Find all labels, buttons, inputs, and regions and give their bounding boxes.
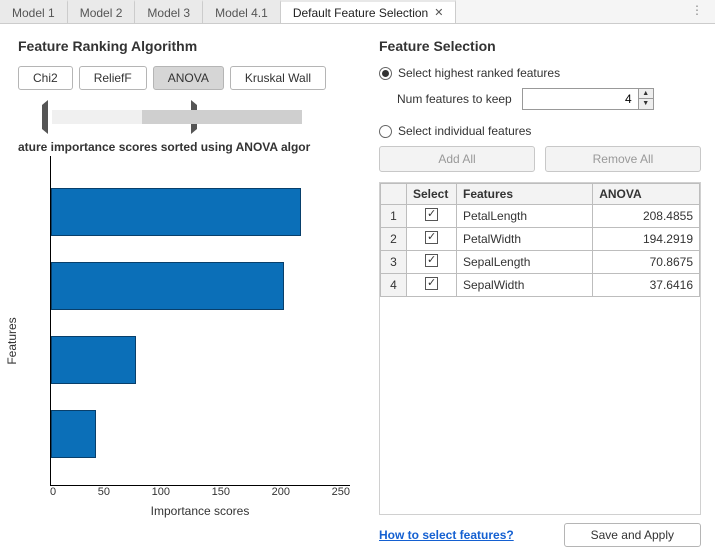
row-feature: SepalWidth <box>457 274 593 297</box>
col-features: Features <box>457 184 593 205</box>
ranking-heading: Feature Ranking Algorithm <box>18 38 359 54</box>
algo-anova-button[interactable]: ANOVA <box>153 66 224 90</box>
col-rownum <box>381 184 407 205</box>
col-select: Select <box>407 184 457 205</box>
tab-model-3[interactable]: Model 3 <box>135 0 203 23</box>
remove-all-button[interactable]: Remove All <box>545 146 701 172</box>
chart-xlabel: Importance scores <box>50 504 350 518</box>
scroll-track[interactable] <box>52 110 187 124</box>
save-apply-button[interactable]: Save and Apply <box>564 523 701 547</box>
bar-sepalwidth <box>51 410 96 458</box>
algorithm-buttons: Chi2 ReliefF ANOVA Kruskal Wall <box>18 66 359 90</box>
row-feature: PetalWidth <box>457 228 593 251</box>
selection-heading: Feature Selection <box>379 38 701 54</box>
option-highest-ranked[interactable]: Select highest ranked features <box>379 66 701 80</box>
row-checkbox[interactable] <box>425 254 438 267</box>
algo-relieff-button[interactable]: ReliefF <box>79 66 147 90</box>
algo-chi2-button[interactable]: Chi2 <box>18 66 73 90</box>
num-features-input[interactable] <box>523 89 638 109</box>
row-number: 1 <box>381 205 407 228</box>
num-features-label: Num features to keep <box>397 92 512 106</box>
col-anova: ANOVA <box>593 184 700 205</box>
table-row: 3 SepalLength 70.8675 <box>381 251 700 274</box>
row-value: 194.2919 <box>593 228 700 251</box>
algorithm-scrollbar <box>18 100 359 134</box>
bar-sepallength <box>51 336 136 384</box>
chart-title: ature importance scores sorted using ANO… <box>18 140 359 154</box>
chart-xticks: 0 50 100 150 200 250 <box>50 486 350 498</box>
tab-overflow-menu-icon[interactable]: ⋮ <box>679 0 715 23</box>
row-value: 70.8675 <box>593 251 700 274</box>
tab-model-2[interactable]: Model 2 <box>68 0 136 23</box>
radio-highest-ranked[interactable] <box>379 67 392 80</box>
radio-highest-label: Select highest ranked features <box>398 66 560 80</box>
radio-individual-label: Select individual features <box>398 124 531 138</box>
feature-table: Select Features ANOVA 1 PetalLength 208.… <box>380 183 700 297</box>
chart-plot-area <box>50 156 350 486</box>
row-checkbox[interactable] <box>425 277 438 290</box>
table-row: 2 PetalWidth 194.2919 <box>381 228 700 251</box>
radio-individual[interactable] <box>379 125 392 138</box>
tab-default-feature-selection[interactable]: Default Feature Selection ✕ <box>281 0 457 23</box>
option-individual[interactable]: Select individual features <box>379 124 701 138</box>
scroll-thumb[interactable] <box>142 110 302 124</box>
feature-table-container: Select Features ANOVA 1 PetalLength 208.… <box>379 182 701 515</box>
row-value: 208.4855 <box>593 205 700 228</box>
scroll-left-icon[interactable] <box>18 100 48 134</box>
bar-petalwidth <box>51 262 284 310</box>
row-number: 4 <box>381 274 407 297</box>
row-checkbox[interactable] <box>425 208 438 221</box>
row-number: 3 <box>381 251 407 274</box>
tab-model-1[interactable]: Model 1 <box>0 0 68 23</box>
bar-petallength <box>51 188 301 236</box>
add-all-button[interactable]: Add All <box>379 146 535 172</box>
tab-model-4-1[interactable]: Model 4.1 <box>203 0 281 23</box>
spinner-down-icon[interactable]: ▼ <box>639 99 653 109</box>
table-row: 4 SepalWidth 37.6416 <box>381 274 700 297</box>
close-icon[interactable]: ✕ <box>434 6 443 19</box>
spinner-up-icon[interactable]: ▲ <box>639 89 653 99</box>
row-number: 2 <box>381 228 407 251</box>
row-feature: SepalLength <box>457 251 593 274</box>
row-value: 37.6416 <box>593 274 700 297</box>
row-feature: PetalLength <box>457 205 593 228</box>
help-link[interactable]: How to select features? <box>379 528 514 542</box>
row-checkbox[interactable] <box>425 231 438 244</box>
chart-ylabel: Features <box>5 317 19 364</box>
table-row: 1 PetalLength 208.4855 <box>381 205 700 228</box>
tab-bar: Model 1 Model 2 Model 3 Model 4.1 Defaul… <box>0 0 715 24</box>
num-features-spinner: ▲ ▼ <box>522 88 654 110</box>
feature-importance-chart: Features 0 50 100 150 200 250 Importance… <box>18 156 359 526</box>
algo-kruskal-button[interactable]: Kruskal Wall <box>230 66 326 90</box>
